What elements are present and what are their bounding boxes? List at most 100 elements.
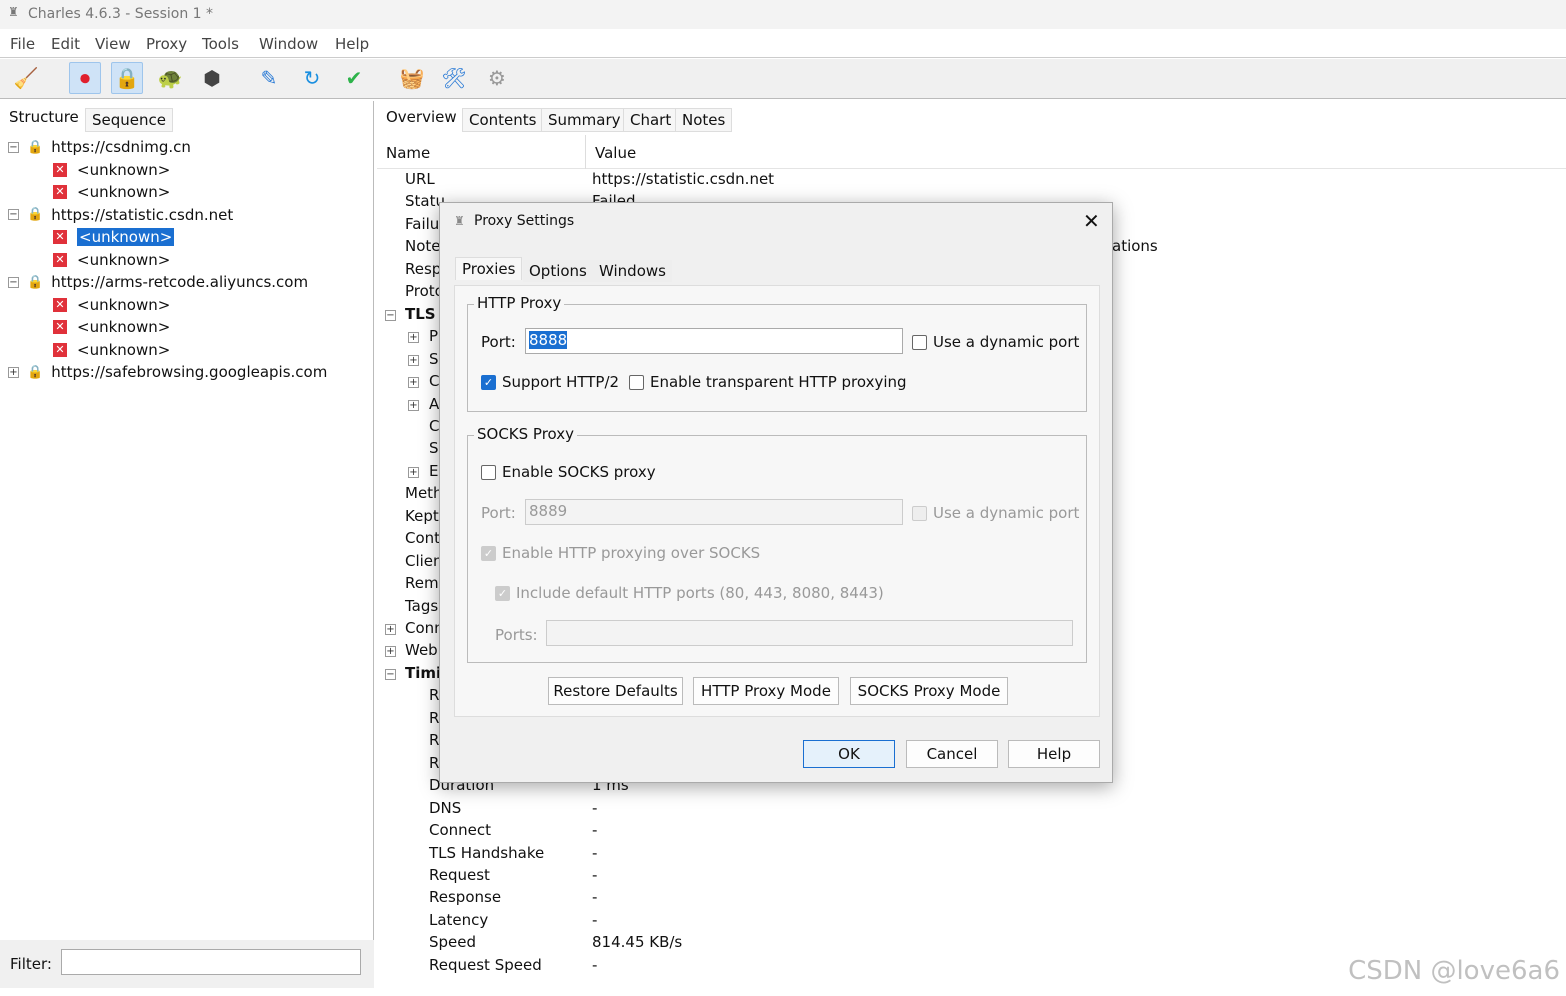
- tab-windows[interactable]: Windows: [593, 260, 672, 282]
- menu-edit[interactable]: Edit: [51, 35, 80, 53]
- expand-icon[interactable]: +: [385, 646, 396, 658]
- tree-host[interactable]: − 🔒 https://arms-retcode.aliyuncs.com: [8, 271, 308, 293]
- tab-notes[interactable]: Notes: [675, 108, 733, 132]
- basket-icon: 🧺: [399, 66, 425, 90]
- tree-host[interactable]: − 🔒 https://csdnimg.cn: [8, 136, 191, 158]
- menu-bar: File Edit View Proxy Tools Window Help: [0, 30, 1566, 58]
- error-icon: ✕: [53, 342, 67, 357]
- tree-request[interactable]: ✕ <unknown>: [53, 316, 170, 338]
- ports-label: Ports:: [495, 626, 538, 644]
- charles-app-icon: ♜: [454, 214, 465, 228]
- row-name: Resp: [405, 259, 442, 278]
- ports-input[interactable]: [546, 620, 1073, 646]
- socks-port-input[interactable]: 8889: [525, 499, 903, 525]
- transparent-proxy-checkbox[interactable]: Enable transparent HTTP proxying: [629, 373, 907, 391]
- help-button[interactable]: Help: [1008, 740, 1100, 768]
- breakpoint-stop-button[interactable]: ⬢: [196, 62, 228, 94]
- tree-host[interactable]: − 🔒 https://statistic.csdn.net: [8, 204, 233, 226]
- expand-icon[interactable]: +: [408, 377, 419, 389]
- row-value: ations: [1112, 237, 1158, 256]
- enable-socks-checkbox[interactable]: Enable SOCKS proxy: [481, 463, 656, 481]
- row-name: Cont: [405, 529, 441, 548]
- tree-label: <unknown>: [77, 228, 175, 246]
- error-icon: ✕: [53, 297, 67, 312]
- row-name: URL: [405, 170, 435, 188]
- broom-button[interactable]: 🧹: [10, 62, 42, 94]
- checkmark-icon: ✓: [495, 585, 510, 601]
- collapse-icon[interactable]: −: [8, 209, 19, 220]
- basket-button[interactable]: 🧺: [396, 62, 428, 94]
- ssl-proxy-lock-button[interactable]: 🔒: [111, 62, 143, 94]
- tree-request[interactable]: ✕ <unknown>: [53, 226, 175, 248]
- menu-file[interactable]: File: [10, 35, 35, 53]
- settings-gear-button[interactable]: ⚙: [481, 62, 513, 94]
- compose-pen-button[interactable]: ✎: [253, 62, 285, 94]
- tree-request[interactable]: ✕ <unknown>: [53, 294, 170, 316]
- tree-request[interactable]: ✕ <unknown>: [53, 159, 170, 181]
- expand-icon[interactable]: +: [408, 332, 419, 344]
- tab-overview[interactable]: Overview: [380, 106, 463, 128]
- support-http2-checkbox[interactable]: ✓ Support HTTP/2: [481, 373, 619, 391]
- validate-check-button[interactable]: ✔: [338, 62, 370, 94]
- include-default-ports-checkbox[interactable]: ✓ Include default HTTP ports (80, 443, 80…: [495, 584, 884, 602]
- expand-icon[interactable]: +: [408, 354, 419, 366]
- http-dynamic-port-checkbox[interactable]: Use a dynamic port: [912, 333, 1079, 351]
- tab-options[interactable]: Options: [523, 260, 593, 282]
- close-icon[interactable]: ✕: [1083, 209, 1100, 233]
- tree-request[interactable]: ✕ <unknown>: [53, 249, 170, 271]
- table-header: Name Value: [377, 135, 1566, 169]
- collapse-icon[interactable]: −: [385, 309, 396, 321]
- ok-button[interactable]: OK: [803, 740, 895, 768]
- row-value: -: [592, 821, 598, 840]
- row-value: https://statistic.csdn.net: [592, 170, 775, 188]
- restore-defaults-button[interactable]: Restore Defaults: [548, 677, 683, 705]
- row-name: P: [429, 327, 439, 346]
- socks-dynamic-port-checkbox[interactable]: Use a dynamic port: [912, 504, 1079, 522]
- tab-structure[interactable]: Structure: [3, 106, 85, 128]
- tree-request[interactable]: ✕ <unknown>: [53, 181, 170, 203]
- menu-window[interactable]: Window: [259, 35, 318, 53]
- http-over-socks-checkbox[interactable]: ✓ Enable HTTP proxying over SOCKS: [481, 544, 760, 562]
- expand-icon[interactable]: +: [8, 366, 19, 378]
- collapse-icon[interactable]: −: [8, 141, 19, 153]
- tab-sequence[interactable]: Sequence: [85, 108, 173, 132]
- tools-button[interactable]: 🛠: [438, 62, 470, 94]
- throttle-turtle-button[interactable]: 🐢: [154, 62, 186, 94]
- row-name: Connect: [429, 821, 492, 840]
- http-port-input[interactable]: 8888: [525, 328, 903, 354]
- tab-chart[interactable]: Chart: [623, 108, 679, 132]
- watermark: CSDN @love6a6: [1348, 956, 1560, 986]
- expand-icon[interactable]: +: [408, 466, 419, 478]
- repeat-refresh-button[interactable]: ↻: [296, 62, 328, 94]
- row-name: Speed: [429, 933, 477, 952]
- tab-contents[interactable]: Contents: [462, 108, 544, 132]
- column-divider: [585, 135, 586, 169]
- cancel-button[interactable]: Cancel: [906, 740, 998, 768]
- socks-proxy-mode-button[interactable]: SOCKS Proxy Mode: [850, 677, 1008, 705]
- tree-label: <unknown>: [77, 183, 171, 201]
- tree-label: <unknown>: [77, 160, 171, 179]
- row-name: Kept: [405, 506, 439, 525]
- collapse-icon[interactable]: −: [8, 276, 19, 288]
- tree-request[interactable]: ✕ <unknown>: [53, 339, 170, 361]
- tree-host[interactable]: + 🔒 https://safebrowsing.googleapis.com: [8, 361, 327, 383]
- collapse-icon[interactable]: −: [385, 668, 396, 680]
- error-icon: ✕: [53, 320, 67, 334]
- expand-icon[interactable]: +: [385, 624, 396, 635]
- column-value[interactable]: Value: [595, 144, 636, 162]
- filter-input[interactable]: [61, 949, 361, 975]
- menu-proxy[interactable]: Proxy: [146, 35, 187, 53]
- column-name[interactable]: Name: [386, 144, 430, 162]
- record-button[interactable]: ⏺: [69, 62, 101, 94]
- menu-tools[interactable]: Tools: [202, 35, 239, 53]
- http-proxy-mode-button[interactable]: HTTP Proxy Mode: [693, 677, 839, 705]
- expand-icon[interactable]: +: [408, 399, 419, 411]
- proxies-panel: HTTP Proxy Port: 8888 Use a dynamic port…: [454, 285, 1100, 717]
- checkmark-icon: ✓: [481, 374, 496, 390]
- menu-view[interactable]: View: [95, 35, 131, 53]
- tab-summary[interactable]: Summary: [541, 108, 628, 132]
- broom-icon: 🧹: [13, 66, 39, 90]
- tab-proxies[interactable]: Proxies: [455, 257, 523, 280]
- menu-help[interactable]: Help: [335, 35, 369, 53]
- row-value: -: [592, 865, 598, 884]
